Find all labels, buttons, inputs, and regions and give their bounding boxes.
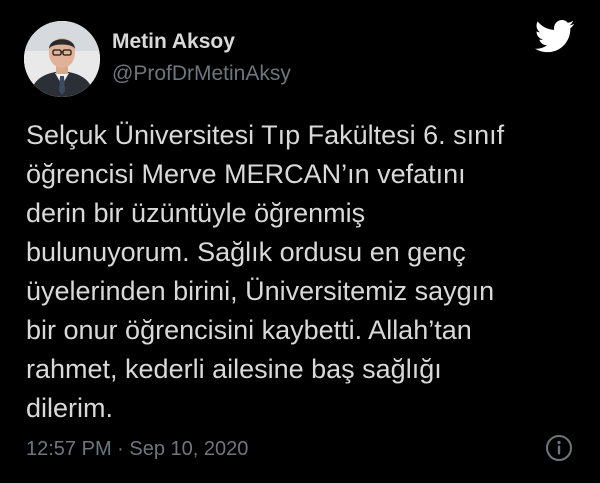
author-name[interactable]: Metin Aksoy bbox=[112, 30, 235, 54]
avatar[interactable] bbox=[24, 21, 100, 97]
twitter-bird-icon[interactable] bbox=[534, 20, 575, 53]
tweet-text-line: bir onur öğrencisini kaybetti. Allah’tan bbox=[26, 315, 472, 345]
tweet-card: Metin Aksoy @ProfDrMetinAksy Selçuk Üniv… bbox=[0, 0, 600, 483]
tweet-text-line: rahmet, kederli ailesine baş sağlığı bbox=[26, 354, 442, 384]
tweet-text-line: bulunuyorum. Sağlık ordusu en genç bbox=[26, 237, 466, 267]
info-icon[interactable] bbox=[545, 434, 573, 462]
avatar-image bbox=[24, 21, 100, 97]
tweet-text-line: derin bir üzüntüyle öğrenmiş bbox=[26, 198, 366, 228]
tweet-timestamp[interactable]: 12:57 PM · Sep 10, 2020 bbox=[26, 437, 248, 461]
tweet-text-line: üyelerinden birini, Üniversitemiz saygın bbox=[26, 276, 495, 306]
tweet-text-line: dilerim. bbox=[26, 393, 114, 423]
author-handle[interactable]: @ProfDrMetinAksy bbox=[112, 62, 291, 86]
tweet-text-line: öğrencisi Merve MERCAN’ın vefatını bbox=[26, 159, 466, 189]
tweet-text-line: Selçuk Üniversitesi Tıp Fakültesi 6. sın… bbox=[26, 120, 505, 150]
tweet-text: Selçuk Üniversitesi Tıp Fakültesi 6. sın… bbox=[26, 116, 581, 428]
